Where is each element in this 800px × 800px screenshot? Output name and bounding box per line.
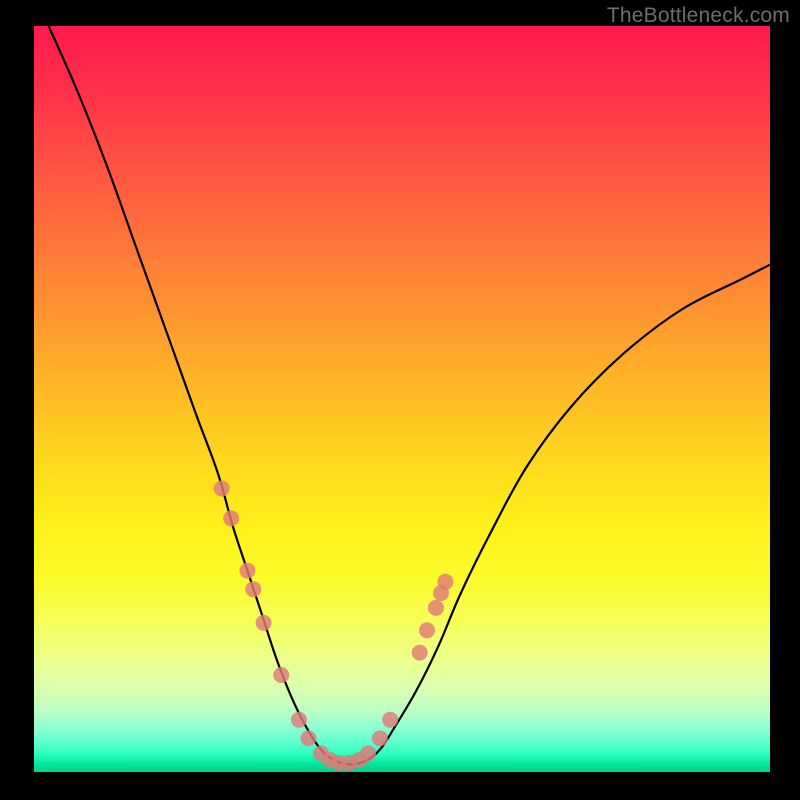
- gradient-background: [34, 26, 770, 772]
- plot-area: [34, 26, 770, 772]
- chart-frame: TheBottleneck.com: [0, 0, 800, 800]
- watermark-text: TheBottleneck.com: [607, 4, 790, 28]
